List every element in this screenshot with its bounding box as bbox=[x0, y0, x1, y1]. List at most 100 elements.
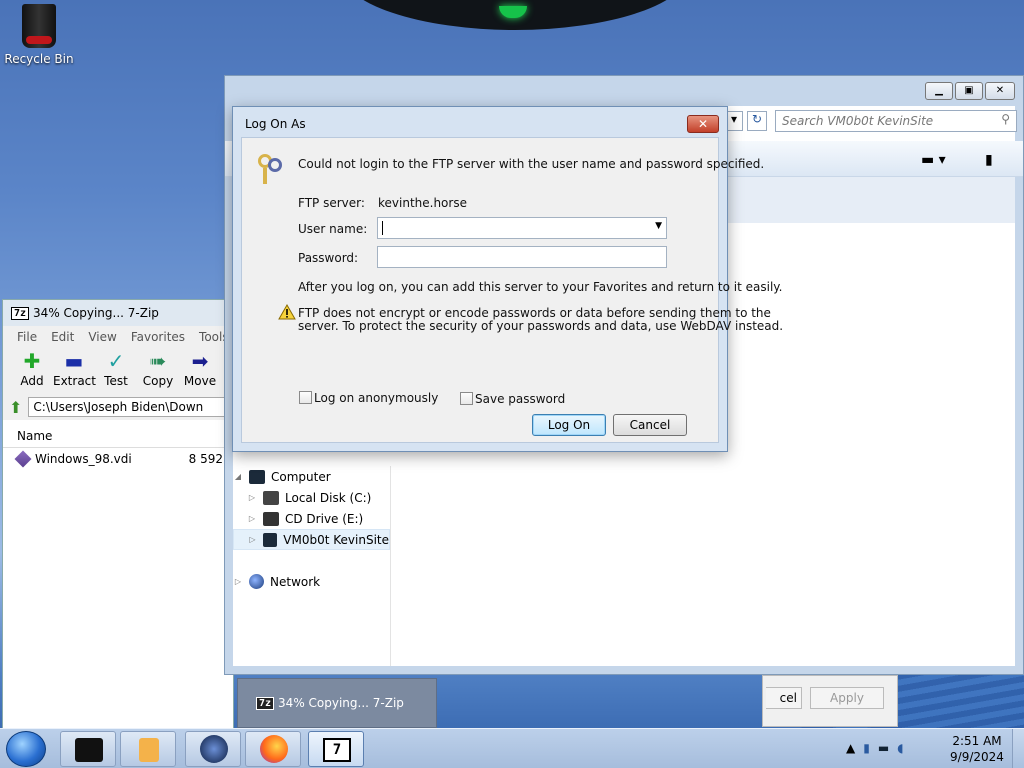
display-icon[interactable]: ▬ bbox=[878, 741, 889, 755]
taskbar-thumbnail-popup[interactable]: 7z 34% Copying... 7-Zip bbox=[237, 678, 437, 728]
minimize-button[interactable]: ▁ bbox=[925, 82, 953, 100]
test-label: Test bbox=[104, 374, 128, 388]
close-button[interactable]: ✕ bbox=[985, 82, 1015, 100]
anonymous-label[interactable]: Log on anonymously bbox=[314, 391, 438, 405]
nav-item-network[interactable]: ▷ Network bbox=[233, 571, 390, 592]
sevenzip-popup-icon: 7z bbox=[256, 696, 275, 710]
column-header-name[interactable]: Name bbox=[3, 424, 233, 448]
search-placeholder: Search VM0b0t KevinSite bbox=[782, 114, 934, 128]
show-hidden-icons-icon[interactable]: ▲ bbox=[846, 741, 855, 755]
volume-icon[interactable]: ◖ bbox=[897, 741, 903, 755]
expand-arrow-icon[interactable]: ◢ bbox=[233, 472, 243, 481]
clock-date: 9/9/2024 bbox=[950, 750, 1004, 764]
computer-icon bbox=[249, 469, 265, 484]
nav-label-local-disk: Local Disk (C:) bbox=[285, 490, 372, 505]
taskbar-item-media[interactable] bbox=[120, 731, 176, 767]
collapse-arrow-icon[interactable]: ▷ bbox=[248, 535, 257, 544]
warning-line-1: FTP does not encrypt or encode passwords… bbox=[298, 306, 771, 320]
extract-button[interactable]: ▬ Extract bbox=[53, 348, 96, 394]
test-button[interactable]: ✓ Test bbox=[95, 348, 137, 394]
double-arrow-icon: ➠ bbox=[149, 349, 167, 373]
network-status-icon[interactable]: ▮ bbox=[863, 741, 870, 755]
system-tray: ▲ ▮ ▬ ◖ bbox=[846, 741, 904, 755]
network-globe-icon bbox=[249, 574, 264, 589]
minus-icon: ▬ bbox=[64, 349, 84, 373]
save-password-checkbox[interactable] bbox=[460, 392, 473, 405]
collapse-arrow-icon[interactable]: ▷ bbox=[247, 493, 257, 502]
maximize-button[interactable]: ▣ bbox=[955, 82, 983, 100]
apply-button[interactable]: Apply bbox=[810, 687, 884, 709]
media-player-icon bbox=[139, 738, 159, 762]
start-button[interactable] bbox=[6, 731, 46, 767]
password-label: Password: bbox=[298, 251, 359, 265]
cancel-button[interactable]: Cancel bbox=[613, 414, 687, 436]
sevenzip-app-icon: 7z bbox=[11, 306, 30, 320]
refresh-icon[interactable]: ↻ bbox=[747, 111, 767, 131]
nav-label-network: Network bbox=[270, 574, 321, 589]
move-button[interactable]: ➡ Move bbox=[179, 348, 221, 394]
background-cancel-button[interactable]: cel bbox=[766, 687, 802, 709]
path-input[interactable]: C:\Users\Joseph Biden\Down bbox=[28, 397, 227, 417]
recycle-bin-desktop-icon[interactable]: Recycle Bin bbox=[4, 4, 74, 66]
clock[interactable]: 2:51 AM 9/9/2024 bbox=[948, 733, 1006, 765]
show-desktop-button[interactable] bbox=[1012, 729, 1024, 768]
sevenzip-title: 34% Copying... 7-Zip bbox=[33, 306, 159, 320]
menu-favorites[interactable]: Favorites bbox=[131, 330, 185, 344]
clock-time: 2:51 AM bbox=[952, 734, 1002, 748]
check-icon: ✓ bbox=[107, 349, 125, 373]
up-folder-icon[interactable]: ⬆ bbox=[9, 398, 22, 417]
sevenzip-window: 7z 34% Copying... 7-Zip File Edit View F… bbox=[2, 299, 234, 731]
taskbar: 7 ▲ ▮ ▬ ◖ 2:51 AM 9/9/2024 bbox=[0, 728, 1024, 768]
nav-item-cd-drive[interactable]: ▷ CD Drive (E:) bbox=[233, 508, 390, 529]
save-password-label[interactable]: Save password bbox=[475, 392, 565, 406]
favorites-hint: After you log on, you can add this serve… bbox=[298, 280, 783, 294]
sevenzip-icon: 7 bbox=[323, 738, 351, 762]
sevenzip-address-bar: ⬆ C:\Users\Joseph Biden\Down bbox=[3, 394, 233, 420]
copy-button[interactable]: ➠ Copy bbox=[137, 348, 179, 394]
nav-item-computer[interactable]: ◢ Computer bbox=[233, 466, 390, 487]
menu-edit[interactable]: Edit bbox=[51, 330, 74, 344]
collapse-arrow-icon[interactable]: ▷ bbox=[233, 577, 243, 586]
taskbar-item-7zip[interactable]: 7 bbox=[308, 731, 364, 767]
search-icon: ⚲ bbox=[1001, 112, 1010, 126]
move-label: Move bbox=[183, 374, 217, 388]
username-combobox[interactable]: ▼ bbox=[377, 217, 667, 239]
error-message: Could not login to the FTP server with t… bbox=[298, 157, 765, 171]
sevenzip-titlebar[interactable]: 7z 34% Copying... 7-Zip bbox=[3, 300, 233, 326]
navigation-pane: ◢ Computer ▷ Local Disk (C:) ▷ CD Drive … bbox=[233, 466, 391, 666]
sevenzip-menubar: File Edit View Favorites Tools bbox=[3, 326, 233, 348]
keys-icon bbox=[256, 152, 286, 186]
dialog-body: Could not login to the FTP server with t… bbox=[241, 137, 783, 443]
preview-pane-icon[interactable]: ▮ bbox=[985, 152, 993, 168]
header-strip bbox=[725, 177, 1015, 223]
recycle-bin-icon bbox=[22, 4, 56, 48]
folder-black-icon bbox=[75, 738, 103, 762]
dropdown-arrow-icon[interactable]: ▼ bbox=[655, 221, 662, 231]
password-field[interactable] bbox=[377, 246, 667, 268]
taskbar-item-explorer[interactable] bbox=[60, 731, 116, 767]
anonymous-checkbox[interactable] bbox=[299, 391, 312, 404]
nav-label-site: VM0b0t KevinSite bbox=[283, 532, 389, 547]
menu-file[interactable]: File bbox=[17, 330, 37, 344]
taskbar-item-firefox[interactable] bbox=[245, 731, 301, 767]
file-row[interactable]: Windows_98.vdi 8 592 bbox=[3, 448, 233, 470]
log-on-button[interactable]: Log On bbox=[532, 414, 606, 436]
network-location-icon bbox=[262, 532, 278, 547]
nav-item-site[interactable]: ▷ VM0b0t KevinSite bbox=[233, 529, 390, 550]
taskbar-item-globe[interactable] bbox=[185, 731, 241, 767]
warning-icon bbox=[278, 304, 296, 320]
username-label: User name: bbox=[298, 222, 368, 236]
file-name: Windows_98.vdi bbox=[35, 452, 132, 466]
dialog-close-button[interactable]: ✕ bbox=[687, 115, 719, 133]
menu-view[interactable]: View bbox=[88, 330, 116, 344]
collapse-arrow-icon[interactable]: ▷ bbox=[247, 514, 257, 523]
plus-icon: ✚ bbox=[23, 349, 41, 373]
add-label: Add bbox=[20, 374, 44, 388]
search-input[interactable]: Search VM0b0t KevinSite ⚲ bbox=[775, 110, 1017, 132]
nav-item-local-disk[interactable]: ▷ Local Disk (C:) bbox=[233, 487, 390, 508]
add-button[interactable]: ✚ Add bbox=[11, 348, 53, 394]
dialog-title: Log On As bbox=[245, 117, 306, 131]
view-options-icon[interactable]: ▬ ▾ bbox=[921, 152, 946, 168]
copy-label: Copy bbox=[142, 374, 174, 388]
arrow-icon: ➡ bbox=[191, 349, 209, 373]
